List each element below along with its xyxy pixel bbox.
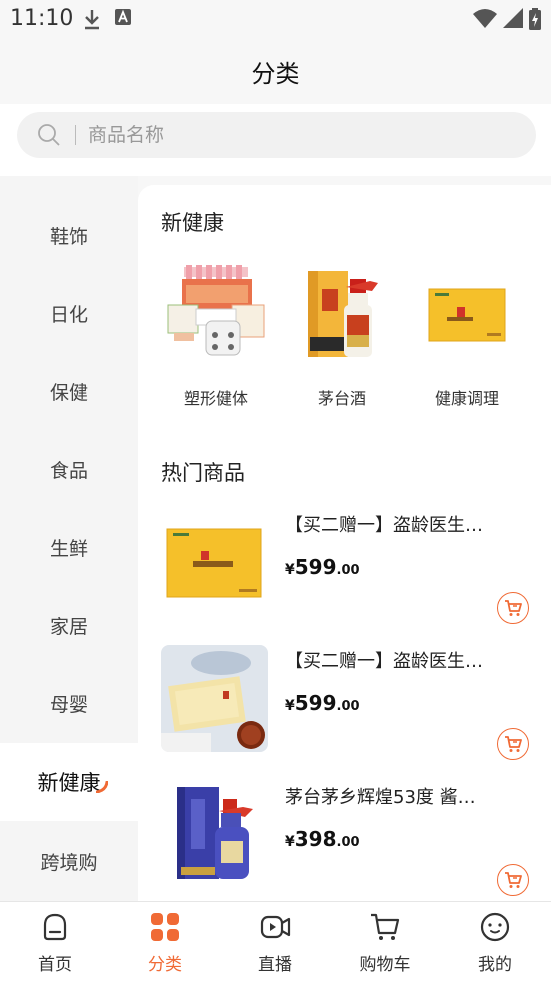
search-input[interactable] <box>88 124 468 146</box>
tab-profile[interactable]: 我的 <box>440 902 550 981</box>
sidebar-item-food[interactable]: 食品 <box>0 430 138 508</box>
sidebar-item-label: 生鲜 <box>49 537 88 560</box>
sidebar-item-label: 家居 <box>49 615 88 638</box>
add-to-cart-button[interactable] <box>497 728 529 760</box>
tab-live[interactable]: 直播 <box>220 902 330 981</box>
subcategory-label: 健康调理 <box>434 389 499 408</box>
product-card[interactable]: 【买二赠一】盗龄医生… ¥599.00 <box>161 645 551 760</box>
cart-icon <box>505 872 522 888</box>
tab-home[interactable]: 首页 <box>0 902 110 981</box>
product-name: 【买二赠一】盗龄医生… <box>285 651 483 672</box>
sidebar-item-fresh[interactable]: 生鲜 <box>0 508 138 586</box>
category-title: 新健康 <box>161 211 224 235</box>
signal-icon <box>503 8 523 28</box>
subcategory-label: 塑形健体 <box>183 389 248 408</box>
subcategory-label: 茅台酒 <box>317 389 366 408</box>
sidebar-item-shoes[interactable]: 鞋饰 <box>0 196 138 274</box>
wifi-icon <box>473 9 497 28</box>
download-icon <box>85 10 99 30</box>
active-indicator-icon <box>96 781 108 793</box>
product-price: ¥398.00 <box>285 827 360 851</box>
sidebar-item-daily-chem[interactable]: 日化 <box>0 274 138 352</box>
product-name: 【买二赠一】盗龄医生… <box>285 515 483 536</box>
subcategory-fitness[interactable]: 塑形健体 <box>161 265 271 409</box>
product-image <box>161 509 268 616</box>
status-time: 11:10 <box>10 6 74 31</box>
sidebar-item-label: 保健 <box>49 381 88 404</box>
sidebar-item-label: 日化 <box>49 303 88 326</box>
sidebar-item-baby[interactable]: 母婴 <box>0 664 138 742</box>
product-image <box>161 645 268 752</box>
sidebar-item-health[interactable]: 保健 <box>0 352 138 430</box>
home-icon <box>43 913 67 941</box>
title-bar: 分类 <box>0 38 551 104</box>
hot-products-title: 热门商品 <box>161 461 245 485</box>
product-card[interactable]: 茅台茅乡辉煌53度 酱… ¥398.00 <box>161 781 551 896</box>
sidebar-item-label: 鞋饰 <box>49 225 88 248</box>
add-to-cart-button[interactable] <box>497 864 529 896</box>
category-sidebar: 鞋饰 日化 保健 食品 生鲜 家居 母婴 新健康 跨境购 <box>0 176 138 901</box>
sidebar-item-label: 新健康 <box>37 771 101 795</box>
fitness-product-image <box>167 265 265 356</box>
search-icon <box>38 124 60 146</box>
health-box-image <box>428 288 506 342</box>
tab-label: 直播 <box>258 955 292 975</box>
cart-icon <box>505 736 522 752</box>
profile-icon <box>480 912 510 942</box>
bottom-tab-bar: 首页 分类 直播 购物车 我的 <box>0 901 551 981</box>
product-price: ¥599.00 <box>285 555 360 579</box>
search-area <box>0 104 551 176</box>
tab-label: 我的 <box>478 955 512 975</box>
sidebar-item-cross-border[interactable]: 跨境购 <box>0 822 138 900</box>
product-image <box>161 781 268 888</box>
sidebar-item-home[interactable]: 家居 <box>0 586 138 664</box>
status-bar: 11:10 <box>0 0 551 38</box>
subcategory-health-care[interactable]: 健康调理 <box>412 265 522 409</box>
page-title: 分类 <box>251 59 300 88</box>
tab-cart[interactable]: 购物车 <box>330 902 440 981</box>
battery-icon <box>529 8 541 30</box>
cart-icon <box>371 913 400 940</box>
tab-category[interactable]: 分类 <box>110 902 220 981</box>
product-name: 茅台茅乡辉煌53度 酱… <box>285 787 476 808</box>
search-divider <box>75 125 76 145</box>
moutai-product-image <box>308 271 378 357</box>
product-card[interactable]: 【买二赠一】盗龄医生… ¥599.00 <box>161 509 551 624</box>
add-to-cart-button[interactable] <box>497 592 529 624</box>
tab-label: 分类 <box>148 955 182 975</box>
category-icon <box>151 913 179 941</box>
cart-icon <box>505 600 522 616</box>
font-icon <box>115 9 131 25</box>
search-box[interactable] <box>17 112 536 158</box>
subcategory-moutai[interactable]: 茅台酒 <box>287 265 397 409</box>
sidebar-item-label: 母婴 <box>49 693 88 716</box>
sidebar-item-label: 食品 <box>49 459 88 482</box>
sidebar-item-label: 跨境购 <box>40 851 98 874</box>
tab-label: 购物车 <box>359 955 411 975</box>
product-price: ¥599.00 <box>285 691 360 715</box>
live-icon <box>260 915 291 939</box>
sidebar-item-new-health[interactable]: 新健康 <box>0 743 138 821</box>
tab-label: 首页 <box>38 955 72 975</box>
category-content: 新健康 塑形健体 茅台酒 健康调理 热门商品 【买二赠一】盗龄医生… ¥599.… <box>138 185 551 901</box>
